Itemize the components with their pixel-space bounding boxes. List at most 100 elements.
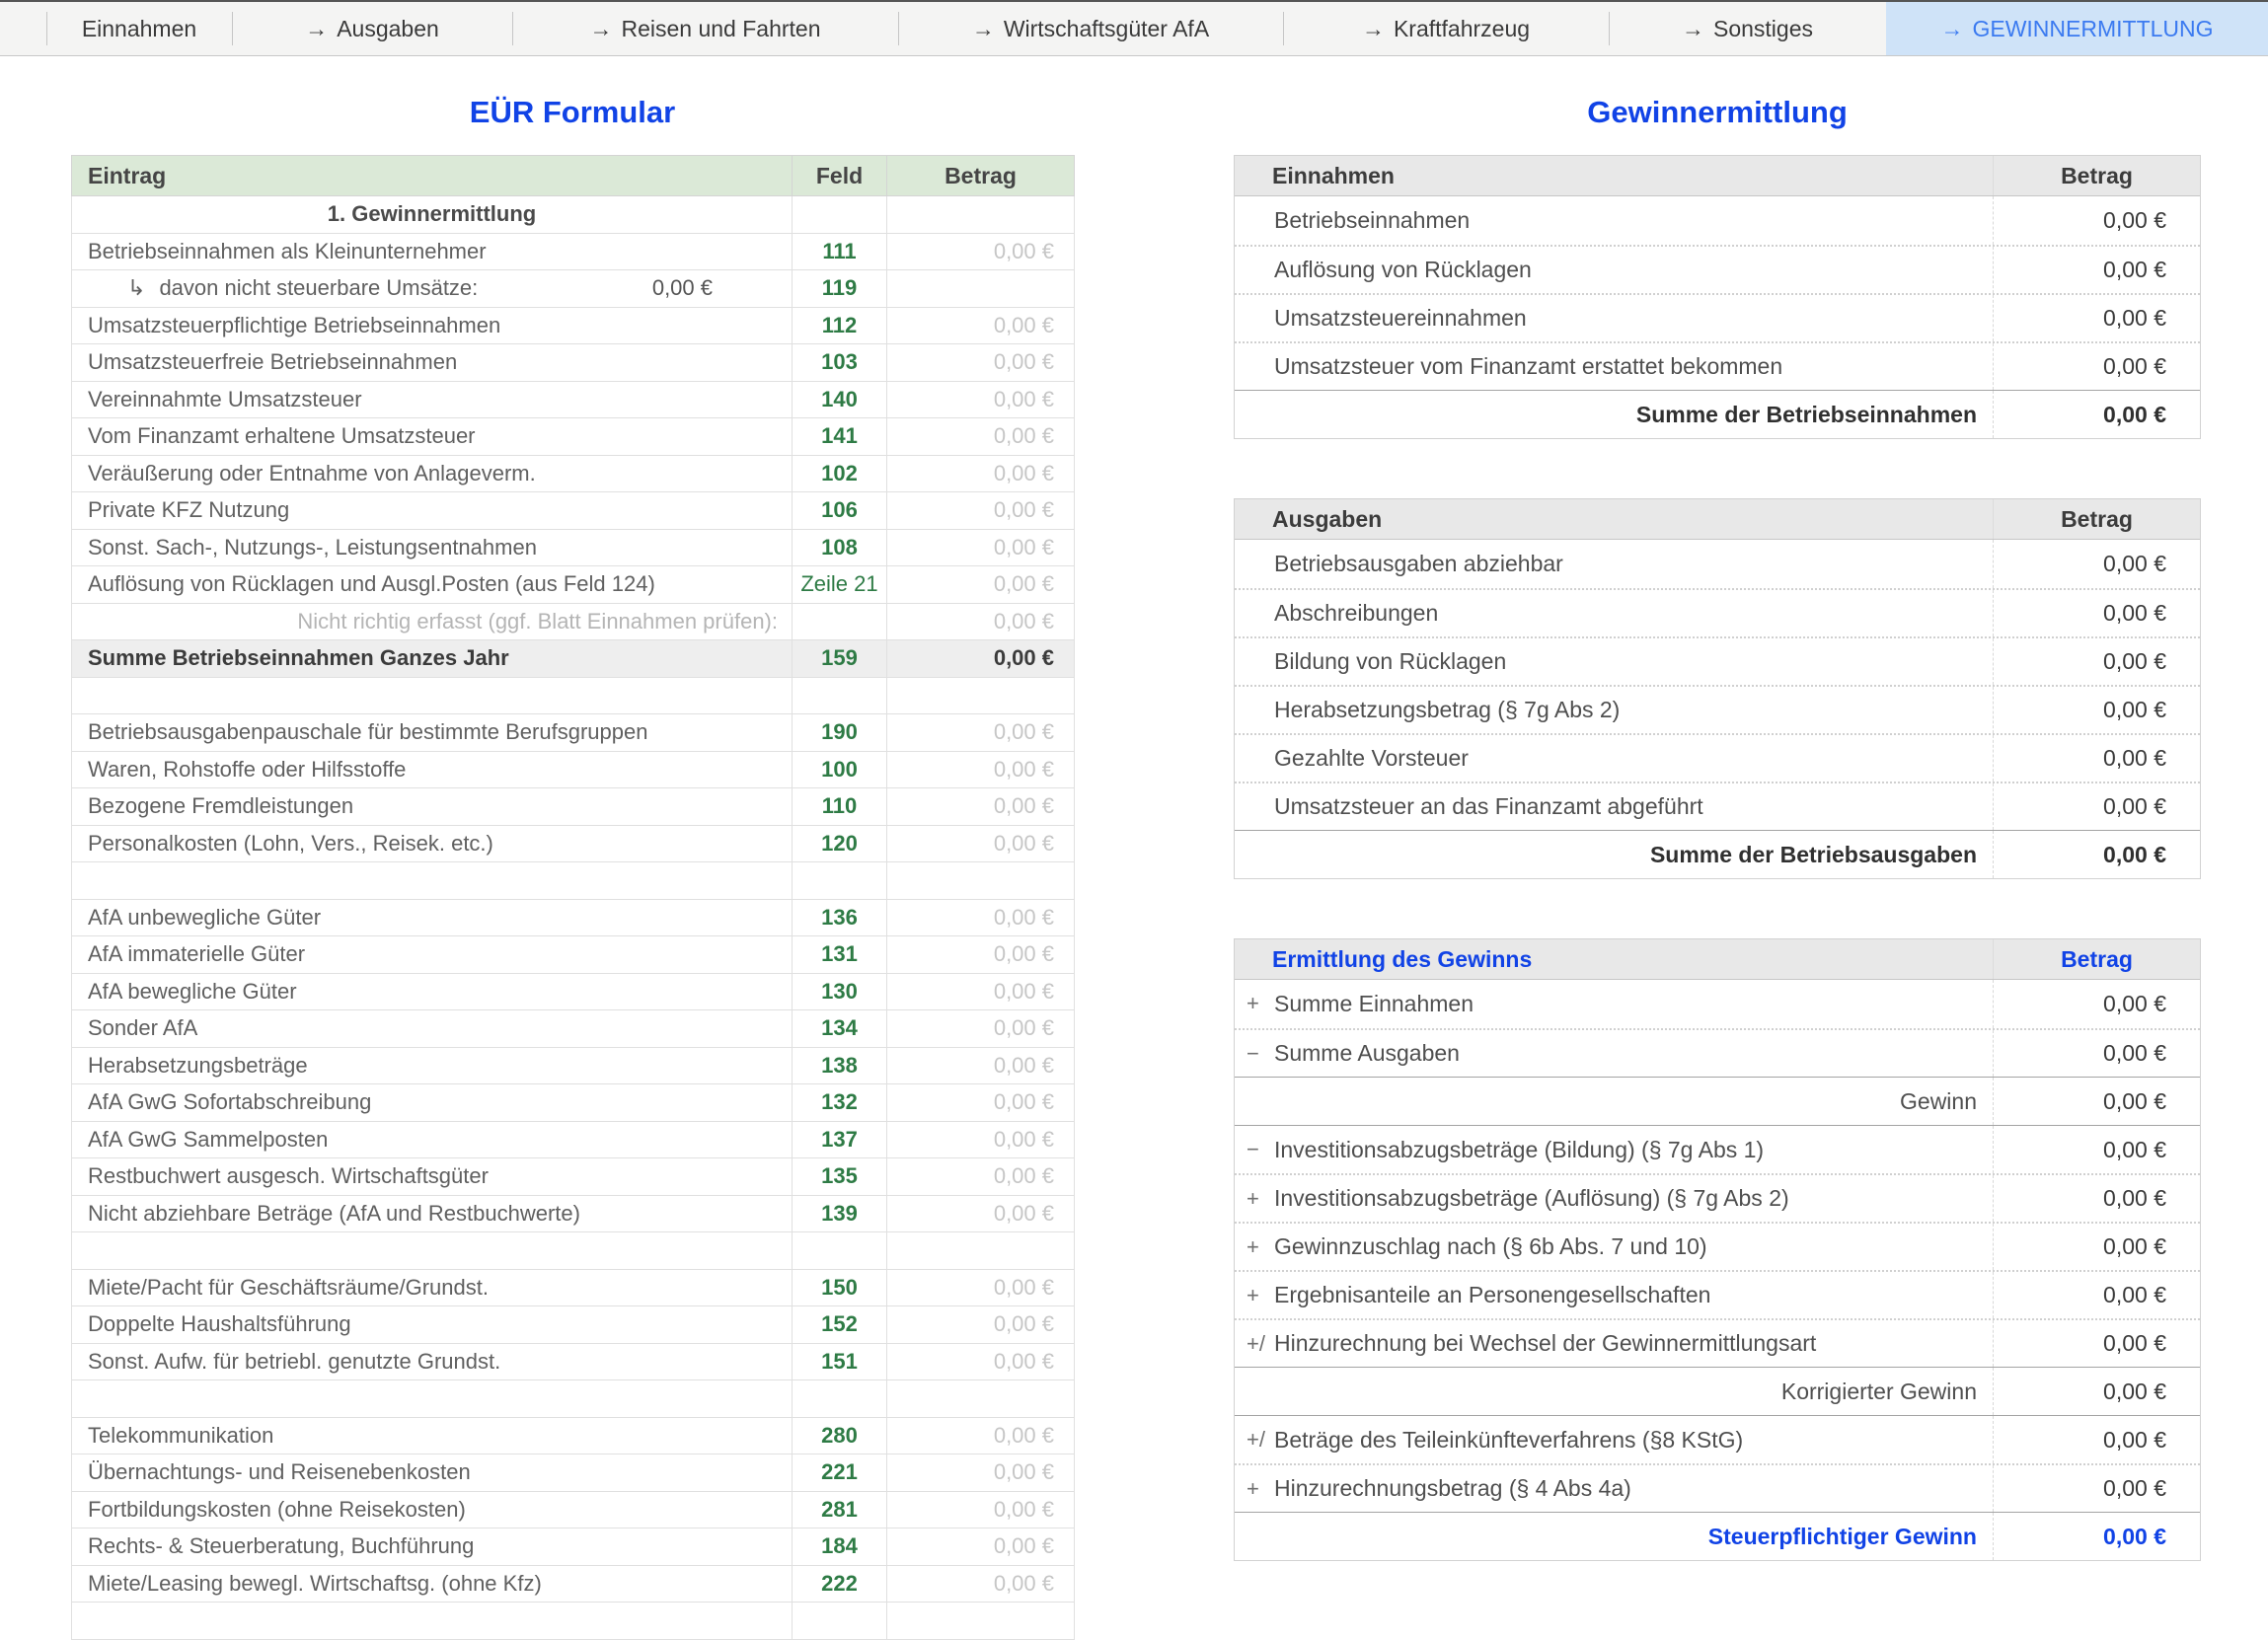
- betrag-cell[interactable]: 0,00 €: [887, 825, 1075, 862]
- betrag-cell[interactable]: 0,00 €: [887, 1565, 1075, 1603]
- row-label: Beträge des Teileinkünfteverfahrens (§8 …: [1235, 1416, 1993, 1463]
- feld-cell: 190: [793, 714, 887, 752]
- betrag-cell[interactable]: 0,00 €: [887, 344, 1075, 382]
- amount-cell[interactable]: 0,00 €: [1993, 1126, 2200, 1173]
- betrag-cell[interactable]: [887, 862, 1075, 900]
- betrag-cell[interactable]: 0,00 €: [887, 1491, 1075, 1528]
- tab-sonstiges[interactable]: →Sonstiges: [1609, 2, 1886, 55]
- betrag-cell[interactable]: 0,00 €: [887, 973, 1075, 1010]
- amount-cell[interactable]: 0,00 €: [1993, 391, 2200, 438]
- feld-cell: 135: [793, 1158, 887, 1196]
- betrag-cell[interactable]: [887, 270, 1075, 308]
- amount-cell[interactable]: 0,00 €: [1993, 1175, 2200, 1222]
- inline-amount-cell[interactable]: 0,00 €: [652, 275, 713, 301]
- amount-cell[interactable]: 0,00 €: [1993, 1368, 2200, 1415]
- betrag-cell[interactable]: 0,00 €: [887, 1528, 1075, 1566]
- betrag-cell[interactable]: [887, 1232, 1075, 1270]
- feld-cell: 141: [793, 418, 887, 456]
- betrag-cell[interactable]: 0,00 €: [887, 1158, 1075, 1196]
- betrag-cell[interactable]: 0,00 €: [887, 1010, 1075, 1048]
- tab-bar-spacer: [0, 2, 46, 55]
- amount-cell[interactable]: 0,00 €: [1993, 735, 2200, 782]
- betrag-cell[interactable]: 0,00 €: [887, 788, 1075, 826]
- betrag-cell[interactable]: 0,00 €: [887, 1121, 1075, 1158]
- betrag-cell[interactable]: 0,00 €: [887, 233, 1075, 270]
- betrag-cell[interactable]: 0,00 €: [887, 751, 1075, 788]
- row-label: Summe der Betriebsausgaben: [1235, 831, 1993, 878]
- betrag-cell[interactable]: 0,00 €: [887, 1454, 1075, 1492]
- entry-cell: Restbuchwert ausgesch. Wirtschaftsgüter: [72, 1158, 793, 1196]
- amount-cell[interactable]: 0,00 €: [1993, 1078, 2200, 1125]
- tab-label: GEWINNERMITTLUNG: [1972, 16, 2213, 42]
- amount-cell[interactable]: 0,00 €: [1993, 1320, 2200, 1367]
- row-label: Umsatzsteuer an das Finanzamt abgeführt: [1235, 783, 1993, 830]
- sheet-tab-bar: Einnahmen→Ausgaben→Reisen und Fahrten→Wi…: [0, 0, 2268, 56]
- amount-cell[interactable]: 0,00 €: [1993, 295, 2200, 341]
- tab-arrow-icon: →: [1362, 16, 1385, 42]
- tab-einnahmen[interactable]: Einnahmen: [46, 2, 232, 55]
- betrag-cell[interactable]: 0,00 €: [887, 529, 1075, 566]
- betrag-cell[interactable]: 0,00 €: [887, 899, 1075, 936]
- tab-reisen-und-fahrten[interactable]: →Reisen und Fahrten: [512, 2, 898, 55]
- betrag-cell[interactable]: 0,00 €: [887, 381, 1075, 418]
- row-label: Umsatzsteuereinnahmen: [1235, 295, 1993, 341]
- betrag-cell[interactable]: 0,00 €: [887, 492, 1075, 530]
- sign-cell: +: [1247, 1175, 1286, 1222]
- betrag-cell[interactable]: 0,00 €: [887, 1306, 1075, 1344]
- amount-cell[interactable]: 0,00 €: [1993, 638, 2200, 685]
- betrag-cell[interactable]: [887, 1603, 1075, 1640]
- amount-cell[interactable]: 0,00 €: [1993, 1224, 2200, 1270]
- betrag-cell[interactable]: 0,00 €: [887, 1047, 1075, 1084]
- row-label: Herabsetzungsbetrag (§ 7g Abs 2): [1235, 687, 1993, 733]
- tab-ausgaben[interactable]: →Ausgaben: [232, 2, 512, 55]
- eur-row-vereinnahmte-umsatzsteuer: Vereinnahmte Umsatzsteuer1400,00 €: [72, 381, 1075, 418]
- betrag-cell[interactable]: 0,00 €: [887, 566, 1075, 604]
- betrag-cell[interactable]: 0,00 €: [887, 418, 1075, 456]
- betrag-cell[interactable]: 0,00 €: [887, 307, 1075, 344]
- amount-cell[interactable]: 0,00 €: [1993, 687, 2200, 733]
- amount-cell[interactable]: 0,00 €: [1993, 1513, 2200, 1560]
- amount-cell[interactable]: 0,00 €: [1993, 540, 2200, 588]
- betrag-cell[interactable]: 0,00 €: [887, 455, 1075, 492]
- sub-entry-arrow-icon: ↳: [127, 275, 145, 300]
- betrag-cell[interactable]: 0,00 €: [887, 714, 1075, 752]
- betrag-cell[interactable]: 0,00 €: [887, 640, 1075, 678]
- betrag-cell[interactable]: [887, 677, 1075, 714]
- amount-cell[interactable]: 0,00 €: [1993, 590, 2200, 636]
- entry-cell: Summe Betriebseinnahmen Ganzes Jahr: [72, 640, 793, 678]
- betrag-cell[interactable]: 0,00 €: [887, 1084, 1075, 1122]
- gewinn-row-steuerpflichtiger-gewinn: Steuerpflichtiger Gewinn0,00 €: [1235, 1512, 2200, 1560]
- tab-gewinnermittlung[interactable]: → GEWINNERMITTLUNG: [1886, 2, 2268, 55]
- amount-cell[interactable]: 0,00 €: [1993, 1272, 2200, 1318]
- entry-cell: Fortbildungskosten (ohne Reisekosten): [72, 1491, 793, 1528]
- betrag-cell[interactable]: 0,00 €: [887, 1195, 1075, 1232]
- eur-row-miete-pacht-fuer-geschaeftsraeume-grunds: Miete/Pacht für Geschäftsräume/Grundst.1…: [72, 1269, 1075, 1306]
- amount-cell[interactable]: 0,00 €: [1993, 247, 2200, 293]
- amount-cell[interactable]: 0,00 €: [1993, 1030, 2200, 1077]
- row-label: Bildung von Rücklagen: [1235, 638, 1993, 685]
- amount-cell[interactable]: 0,00 €: [1993, 343, 2200, 390]
- amount-cell[interactable]: 0,00 €: [1993, 980, 2200, 1028]
- betrag-cell[interactable]: 0,00 €: [887, 603, 1075, 640]
- eur-row-private-kfz-nutzung: Private KFZ Nutzung1060,00 €: [72, 492, 1075, 530]
- betrag-cell[interactable]: 0,00 €: [887, 1417, 1075, 1454]
- row-label: Gewinn: [1235, 1078, 1993, 1125]
- amount-cell[interactable]: 0,00 €: [1993, 1465, 2200, 1512]
- feld-cell: [793, 677, 887, 714]
- amount-cell[interactable]: 0,00 €: [1993, 1416, 2200, 1463]
- amount-cell[interactable]: 0,00 €: [1993, 783, 2200, 830]
- tab-wirtschaftsgueter-afa[interactable]: →Wirtschaftsgüter AfA: [898, 2, 1283, 55]
- amount-cell[interactable]: 0,00 €: [1993, 831, 2200, 878]
- betrag-cell[interactable]: [887, 1380, 1075, 1418]
- betrag-cell[interactable]: 0,00 €: [887, 1343, 1075, 1380]
- amount-cell[interactable]: 0,00 €: [1993, 196, 2200, 245]
- row-label: Gezahlte Vorsteuer: [1235, 735, 1993, 782]
- betrag-cell[interactable]: 0,00 €: [887, 1269, 1075, 1306]
- betrag-cell[interactable]: [887, 196, 1075, 234]
- row-label: Betriebseinnahmen: [1235, 196, 1993, 245]
- eur-header-row: Eintrag Feld Betrag: [72, 156, 1075, 196]
- betrag-cell[interactable]: 0,00 €: [887, 936, 1075, 974]
- tab-kraftfahrzeug[interactable]: →Kraftfahrzeug: [1283, 2, 1609, 55]
- gewinn-row-summe-der-betriebsausgaben: Summe der Betriebsausgaben0,00 €: [1235, 830, 2200, 878]
- tab-arrow-icon: →: [1940, 16, 1963, 42]
